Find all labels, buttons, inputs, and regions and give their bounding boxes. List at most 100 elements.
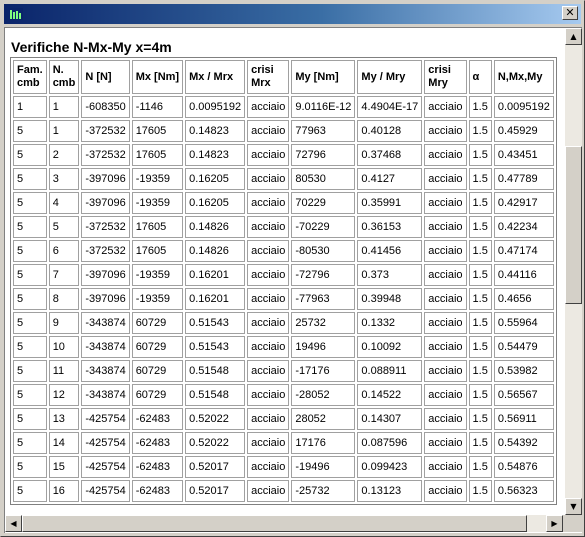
table-cell: 70229	[291, 192, 356, 214]
table-cell: 0.14307	[357, 408, 423, 430]
table-cell: acciaio	[247, 432, 290, 454]
table-cell: 5	[13, 456, 47, 478]
table-cell: 13	[48, 408, 80, 430]
table-cell: 4	[48, 192, 80, 214]
table-cell: 1.5	[468, 384, 492, 406]
table-cell: 4.4904E-17	[357, 96, 423, 118]
table-cell: -77963	[291, 288, 356, 310]
table-cell: 0.39948	[357, 288, 423, 310]
table-cell: acciaio	[424, 120, 467, 142]
horizontal-scrollbar[interactable]: ◀ ▶	[5, 515, 563, 532]
table-cell: 17605	[131, 120, 184, 142]
scroll-up-button[interactable]: ▲	[565, 28, 582, 45]
table-cell: 5	[13, 432, 47, 454]
close-button[interactable]: ✕	[562, 6, 578, 20]
table-cell: acciaio	[247, 120, 290, 142]
table-cell: -62483	[131, 432, 184, 454]
table-cell: -1146	[131, 96, 184, 118]
table-cell: 0.4127	[357, 168, 423, 190]
table-cell: 72796	[291, 144, 356, 166]
table-cell: -80530	[291, 240, 356, 262]
table-cell: 0.14522	[357, 384, 423, 406]
scroll-right-button[interactable]: ▶	[546, 515, 563, 532]
horizontal-scroll-thumb[interactable]	[22, 515, 527, 532]
table-row: 5 9 -343874 60729 0.51543 acciaio 25732 0.1332 a…	[13, 312, 554, 334]
table-cell: 28052	[291, 408, 356, 430]
column-header: My / Mry	[357, 60, 423, 94]
table-row: 5 10 -343874 60729 0.51543 acciaio 19496 0.1009…	[13, 336, 554, 358]
arrow-right-icon: ▶	[551, 519, 558, 528]
table-cell: 0.41456	[357, 240, 423, 262]
table-cell: 0.14826	[185, 216, 246, 238]
table-cell: acciaio	[247, 360, 290, 382]
table-row: 5 14 -425754 -62483 0.52022 acciaio 17176 0.087…	[13, 432, 554, 454]
column-header-label: cmb	[17, 77, 40, 89]
vertical-scrollbar[interactable]: ▲ ▼	[565, 28, 582, 515]
table-cell: 1.5	[468, 288, 492, 310]
title-bar[interactable]: ✕	[4, 4, 581, 24]
table-cell: 25732	[291, 312, 356, 334]
table-cell: acciaio	[424, 240, 467, 262]
table-cell: 0.53982	[493, 360, 554, 382]
table-cell: -343874	[81, 360, 130, 382]
table-cell: 0.56567	[493, 384, 554, 406]
table-cell: 0.16201	[185, 264, 246, 286]
table-cell: 5	[13, 312, 47, 334]
table-cell: -19359	[131, 192, 184, 214]
table-cell: 0.36153	[357, 216, 423, 238]
column-header-label: N [N]	[85, 70, 112, 83]
table-cell: 5	[13, 240, 47, 262]
table-cell: 1	[48, 120, 80, 142]
table-cell: 11	[48, 360, 80, 382]
table-cell: 0.51543	[185, 336, 246, 358]
table-cell: 0.52022	[185, 432, 246, 454]
table-cell: 1.5	[468, 432, 492, 454]
table-cell: 77963	[291, 120, 356, 142]
arrow-left-icon: ◀	[10, 519, 17, 528]
table-cell: 5	[13, 144, 47, 166]
table-row: 1 1 -608350 -1146 0.0095192 acciaio 9.0116E-12…	[13, 96, 554, 118]
table-cell: acciaio	[424, 144, 467, 166]
table-cell: 5	[48, 216, 80, 238]
vertical-scroll-thumb[interactable]	[565, 146, 582, 304]
app-icon	[9, 8, 23, 20]
column-header-label: Mrx	[251, 77, 271, 89]
table-cell: 0.088911	[357, 360, 423, 382]
table-cell: -25732	[291, 480, 356, 502]
table-cell: 0.373	[357, 264, 423, 286]
column-header-label: N,Mx,My	[497, 70, 543, 83]
report-content: Verifiche N-Mx-My x=4m Fam. cmb N. cmb N [N]…	[10, 37, 557, 505]
table-cell: -62483	[131, 456, 184, 478]
table-cell: -343874	[81, 312, 130, 334]
table-cell: 16	[48, 480, 80, 502]
table-row: 5 12 -343874 60729 0.51548 acciaio -28052 0.145…	[13, 384, 554, 406]
scroll-down-button[interactable]: ▼	[565, 498, 582, 515]
column-header: crisi Mrx	[247, 60, 290, 94]
table-cell: acciaio	[247, 312, 290, 334]
table-cell: 12	[48, 384, 80, 406]
scroll-left-button[interactable]: ◀	[5, 515, 22, 532]
column-header: My [Nm]	[291, 60, 356, 94]
table-cell: 0.56323	[493, 480, 554, 502]
size-grip[interactable]	[563, 515, 582, 532]
table-cell: -17176	[291, 360, 356, 382]
column-header: Mx [Nm]	[131, 60, 184, 94]
column-header: N,Mx,My	[493, 60, 554, 94]
table-cell: 1.5	[468, 312, 492, 334]
table-cell: 5	[13, 360, 47, 382]
table-cell: -372532	[81, 240, 130, 262]
column-header: crisi Mry	[424, 60, 467, 94]
table-cell: 0.47789	[493, 168, 554, 190]
table-cell: 0.4656	[493, 288, 554, 310]
table-cell: -62483	[131, 408, 184, 430]
table-cell: acciaio	[247, 480, 290, 502]
table-cell: 1.5	[468, 264, 492, 286]
table-cell: 0.54876	[493, 456, 554, 478]
table-cell: 0.43451	[493, 144, 554, 166]
table-row: 5 16 -425754 -62483 0.52017 acciaio -25732 0.13…	[13, 480, 554, 502]
table-cell: acciaio	[424, 480, 467, 502]
table-cell: -70229	[291, 216, 356, 238]
table-cell: 3	[48, 168, 80, 190]
table-cell: 0.56911	[493, 408, 554, 430]
table-cell: 1.5	[468, 456, 492, 478]
